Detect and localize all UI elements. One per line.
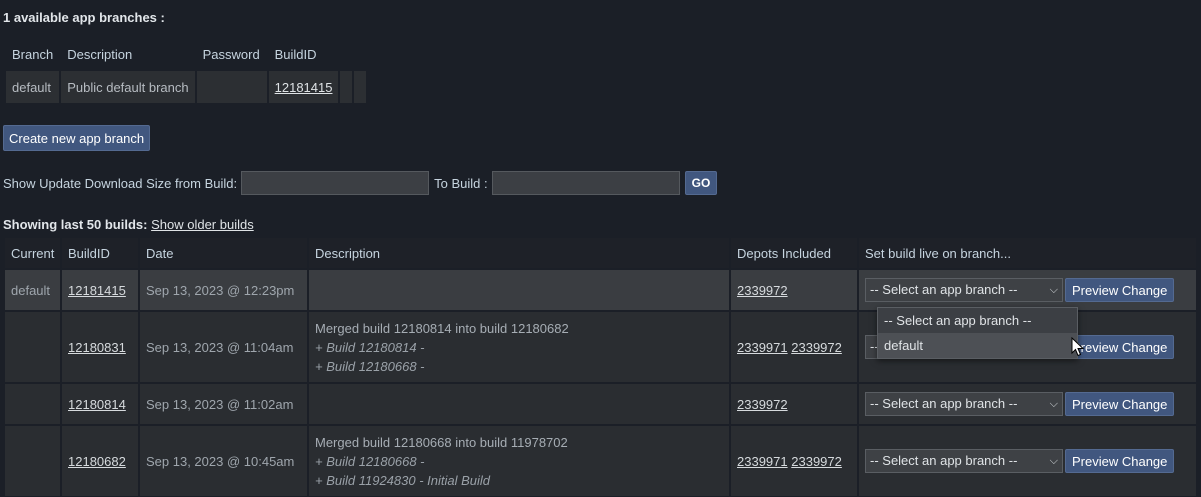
build-row: 12180682 Sep 13, 2023 @ 10:45am Merged b… bbox=[5, 426, 1196, 496]
depot-link[interactable]: 2339972 bbox=[791, 340, 842, 355]
branch-extra-cell-1 bbox=[340, 71, 353, 103]
col-password: Password bbox=[202, 46, 260, 62]
create-branch-button[interactable]: Create new app branch bbox=[3, 125, 151, 151]
chevron-down-icon: ⌵ bbox=[1049, 284, 1058, 296]
builds-heading: Showing last 50 builds: Show older build… bbox=[3, 217, 254, 232]
dropdown-option-placeholder[interactable]: -- Select an app branch -- bbox=[878, 308, 1077, 333]
col-description: Description bbox=[67, 46, 133, 62]
go-button[interactable]: GO bbox=[684, 171, 718, 195]
depot-link[interactable]: 2339971 bbox=[737, 454, 788, 469]
col-empty-1 bbox=[340, 39, 352, 69]
branch-row: default Public default branch 12181415 bbox=[6, 71, 367, 103]
to-build-label: To Build : bbox=[434, 175, 488, 191]
col-description: Description bbox=[309, 238, 729, 268]
builds-heading-prefix: Showing last 50 builds: bbox=[3, 217, 148, 232]
build-depots: 2339972 bbox=[731, 384, 857, 424]
build-current bbox=[5, 312, 60, 382]
chevron-down-icon: ⌵ bbox=[1049, 455, 1058, 467]
build-id-cell: 12180831 bbox=[62, 312, 138, 382]
build-description bbox=[309, 270, 729, 310]
mouse-cursor-icon bbox=[1071, 337, 1085, 357]
build-set-live: -- Select an app branch -- ⌵ Preview Chang… bbox=[859, 384, 1196, 424]
build-id-link[interactable]: 12181415 bbox=[68, 283, 126, 298]
col-empty-2 bbox=[354, 39, 366, 69]
build-date: Sep 13, 2023 @ 11:04am bbox=[140, 312, 307, 382]
col-buildid: BuildID bbox=[62, 238, 138, 268]
build-id-link[interactable]: 12180814 bbox=[68, 397, 126, 412]
build-description-sub: + Build 12180668 - bbox=[315, 453, 425, 469]
branch-buildid-cell: 12181415 bbox=[268, 71, 339, 103]
build-date: Sep 13, 2023 @ 12:23pm bbox=[140, 270, 307, 310]
build-description-main: Merged build 12180668 into build 1197870… bbox=[315, 434, 568, 450]
branch-select-value: -- Select an app branch -- bbox=[870, 396, 1018, 411]
col-branch: Branch bbox=[12, 46, 54, 62]
build-id-link[interactable]: 12180682 bbox=[68, 454, 126, 469]
branch-buildid-link[interactable]: 12181415 bbox=[275, 80, 333, 95]
build-date: Sep 13, 2023 @ 10:45am bbox=[140, 426, 307, 496]
from-build-input[interactable] bbox=[241, 171, 430, 195]
to-build-input[interactable] bbox=[491, 171, 680, 195]
build-set-live: -- Select an app branch -- ⌵ Preview Chang… bbox=[859, 270, 1196, 310]
dropdown-option-default[interactable]: default bbox=[878, 333, 1077, 358]
build-description: Merged build 12180814 into build 1218068… bbox=[309, 312, 729, 382]
depot-link[interactable]: 2339972 bbox=[791, 454, 842, 469]
col-depots: Depots Included bbox=[731, 238, 857, 268]
branch-extra-cell-2 bbox=[354, 71, 367, 103]
branches-heading: 1 available app branches : bbox=[3, 10, 165, 25]
build-depots: 2339972 bbox=[731, 270, 857, 310]
preview-change-button[interactable]: Preview Change bbox=[1065, 449, 1175, 473]
col-set-live: Set build live on branch... bbox=[859, 238, 1196, 268]
build-current bbox=[5, 384, 60, 424]
build-id-cell: 12180814 bbox=[62, 384, 138, 424]
build-row: 12180814 Sep 13, 2023 @ 11:02am 2339972 … bbox=[5, 384, 1196, 424]
build-description-sub: + Build 12180668 - bbox=[315, 358, 425, 374]
branch-table: Branch Description Password BuildID defa… bbox=[4, 37, 368, 105]
branch-select-value: -- Select an app branch -- bbox=[870, 282, 1018, 297]
build-row: default 12181415 Sep 13, 2023 @ 12:23pm … bbox=[5, 270, 1196, 310]
col-buildid: BuildID bbox=[274, 46, 317, 62]
download-size-row: Show Update Download Size from Build: To… bbox=[3, 170, 718, 196]
depot-link[interactable]: 2339972 bbox=[737, 283, 788, 298]
from-build-label: Show Update Download Size from Build: bbox=[3, 175, 238, 191]
builds-table-header: Current BuildID Date Description Depots … bbox=[5, 238, 1196, 268]
branch-select-dropdown: -- Select an app branch -- default bbox=[877, 307, 1078, 359]
build-description bbox=[309, 384, 729, 424]
steamworks-builds-page: 1 available app branches : Branch Descri… bbox=[0, 0, 1201, 497]
branch-select[interactable]: -- Select an app branch -- ⌵ bbox=[865, 278, 1063, 302]
build-depots: 2339971 2339972 bbox=[731, 426, 857, 496]
col-current: Current bbox=[5, 238, 60, 268]
build-set-live: -- Select an app branch -- ⌵ Preview Chang… bbox=[859, 426, 1196, 496]
build-id-cell: 12180682 bbox=[62, 426, 138, 496]
build-depots: 2339971 2339972 bbox=[731, 312, 857, 382]
chevron-down-icon: ⌵ bbox=[1049, 398, 1058, 410]
branch-password bbox=[196, 71, 267, 103]
build-current bbox=[5, 426, 60, 496]
build-description-main: Merged build 12180814 into build 1218068… bbox=[315, 320, 569, 336]
builds-table: Current BuildID Date Description Depots … bbox=[3, 236, 1198, 497]
depot-link[interactable]: 2339972 bbox=[737, 397, 788, 412]
build-current: default bbox=[5, 270, 60, 310]
preview-change-button[interactable]: Preview Change bbox=[1065, 278, 1175, 302]
branch-select[interactable]: -- Select an app branch -- ⌵ bbox=[865, 449, 1063, 473]
build-id-cell: 12181415 bbox=[62, 270, 138, 310]
show-older-builds-link[interactable]: Show older builds bbox=[151, 217, 254, 232]
depot-link[interactable]: 2339971 bbox=[737, 340, 788, 355]
branch-description: Public default branch bbox=[61, 71, 195, 103]
branch-name: default bbox=[6, 71, 60, 103]
branch-table-header: Branch Description Password BuildID bbox=[6, 39, 366, 69]
preview-change-button[interactable]: Preview Change bbox=[1065, 392, 1175, 416]
col-date: Date bbox=[140, 238, 307, 268]
build-description: Merged build 12180668 into build 1197870… bbox=[309, 426, 729, 496]
build-date: Sep 13, 2023 @ 11:02am bbox=[140, 384, 307, 424]
build-description-sub: + Build 11924830 - Initial Build bbox=[315, 472, 491, 488]
branch-select[interactable]: -- Select an app branch -- ⌵ bbox=[865, 392, 1063, 416]
build-description-sub: + Build 12180814 - bbox=[315, 339, 425, 355]
branch-select-value: -- Select an app branch -- bbox=[870, 453, 1018, 468]
build-id-link[interactable]: 12180831 bbox=[68, 340, 126, 355]
